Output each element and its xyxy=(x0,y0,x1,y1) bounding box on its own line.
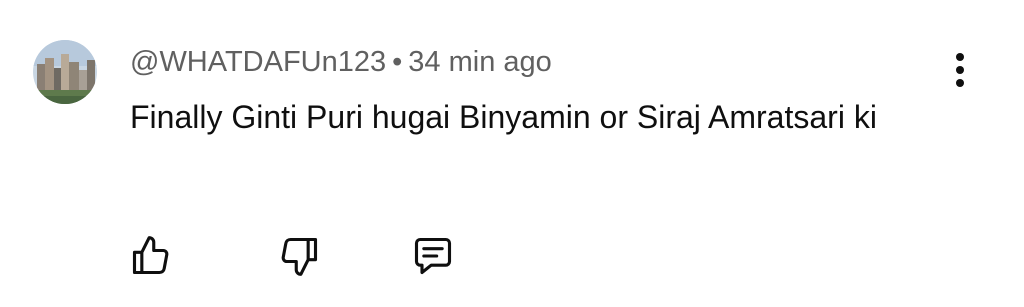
meta-separator: • xyxy=(392,46,403,78)
comment-meta: @WHATDAFUn123 • 34 min ago xyxy=(130,42,552,82)
comment-timestamp: 34 min ago xyxy=(408,46,552,78)
more-vertical-icon xyxy=(956,53,964,61)
dislike-button[interactable] xyxy=(273,228,325,284)
reply-button[interactable] xyxy=(407,228,459,284)
more-vertical-icon-dot xyxy=(956,66,964,74)
comment-reply-icon xyxy=(414,237,452,275)
thumb-up-icon xyxy=(132,236,169,275)
author-handle[interactable]: @WHATDAFUn123 xyxy=(130,46,386,78)
more-vertical-icon-dot xyxy=(956,79,964,87)
comment-item: @WHATDAFUn123 • 34 min ago Finally Ginti P… xyxy=(0,0,1024,307)
more-options-button[interactable] xyxy=(940,48,980,92)
comment-text: Finally Ginti Puri hugai Binyamin or Sir… xyxy=(130,99,877,135)
like-button[interactable] xyxy=(125,228,177,284)
avatar[interactable] xyxy=(33,40,97,104)
city-skyline-avatar-image xyxy=(33,40,97,104)
thumb-down-icon xyxy=(281,237,318,276)
